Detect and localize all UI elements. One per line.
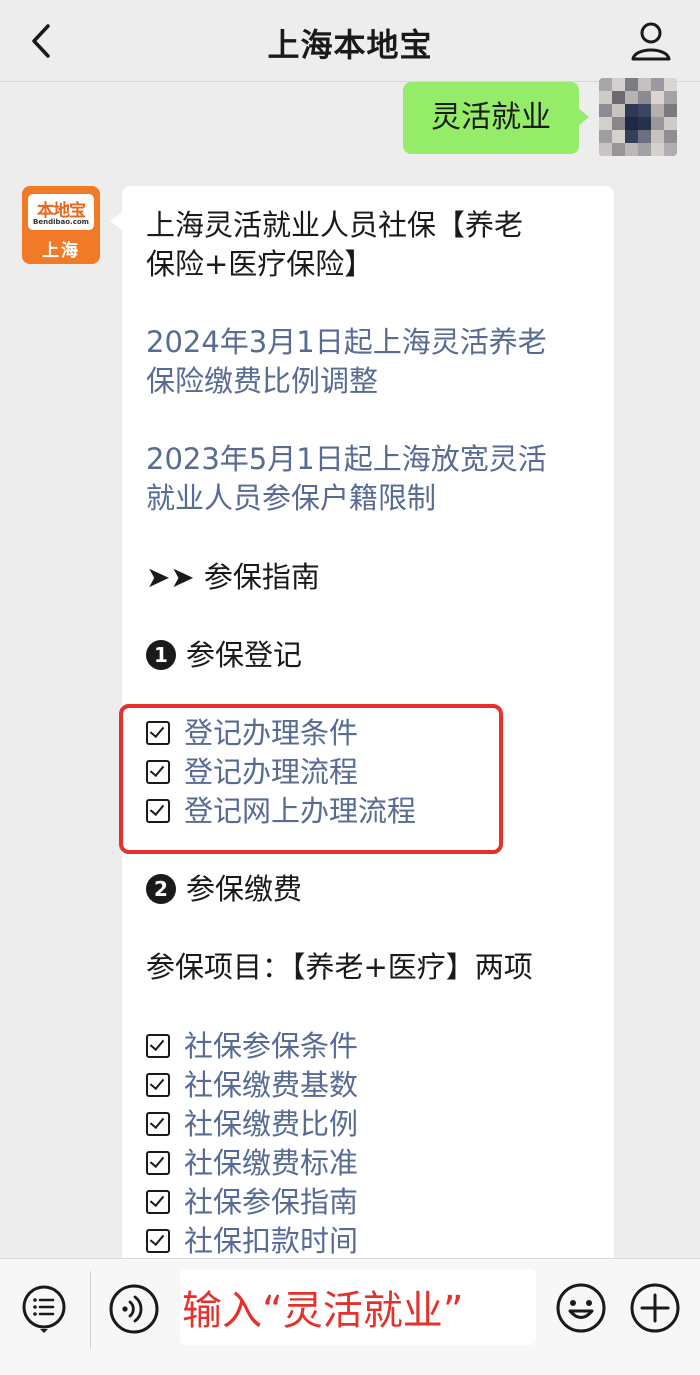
section2-heading: 2 参保缴费 bbox=[146, 870, 302, 909]
reply-title-line1: 上海灵活就业人员社保【养老 bbox=[146, 208, 524, 242]
emoji-icon[interactable] bbox=[554, 1281, 608, 1335]
checkbox-icon bbox=[146, 1190, 170, 1214]
link-payment-ratio[interactable]: 社保缴费比例 bbox=[146, 1105, 358, 1144]
chat-title: 上海本地宝 bbox=[267, 26, 433, 64]
link-2023-hukou-relax-cont[interactable]: 就业人员参保户籍限制 bbox=[146, 479, 436, 518]
sent-message-text: 灵活就业 bbox=[431, 100, 551, 135]
link-payment-base[interactable]: 社保缴费基数 bbox=[146, 1066, 358, 1105]
logo-city-label: 上海 bbox=[42, 241, 80, 261]
bot-avatar[interactable]: 本地宝 Bendibao.com 上海 bbox=[22, 186, 100, 264]
double-arrow-icon: ➤➤ bbox=[146, 560, 195, 594]
checkbox-icon bbox=[146, 1034, 170, 1058]
checkbox-icon bbox=[146, 1112, 170, 1136]
section1-heading: 1 参保登记 bbox=[146, 636, 302, 675]
plus-icon[interactable] bbox=[628, 1281, 682, 1335]
divider bbox=[90, 1271, 91, 1349]
sent-message-bubble[interactable]: 灵活就业 bbox=[403, 82, 589, 154]
checkbox-icon bbox=[146, 1073, 170, 1097]
user-avatar[interactable] bbox=[599, 78, 677, 156]
link-payment-conditions[interactable]: 社保参保条件 bbox=[146, 1027, 358, 1066]
checkbox-icon bbox=[146, 1229, 170, 1253]
link-2023-hukou-relax[interactable]: 2023年5月1日起上海放宽灵活 bbox=[146, 440, 547, 479]
bendibao-logo: 本地宝 Bendibao.com bbox=[28, 194, 94, 230]
number-two-icon: 2 bbox=[146, 874, 176, 904]
link-2024-pension-ratio[interactable]: 2024年3月1日起上海灵活养老 bbox=[146, 323, 547, 362]
message-input[interactable] bbox=[180, 1269, 536, 1345]
guide-heading: ➤➤ 参保指南 bbox=[146, 560, 320, 594]
top-bar: 上海本地宝 bbox=[0, 0, 700, 82]
highlight-annotation-box bbox=[119, 704, 503, 854]
input-bar bbox=[0, 1258, 700, 1375]
bubble-tail bbox=[110, 212, 122, 230]
reply-title-line2: 保险+医疗保险】 bbox=[146, 247, 374, 281]
list-menu-icon[interactable] bbox=[20, 1285, 68, 1333]
link-2024-pension-ratio-cont[interactable]: 保险缴费比例调整 bbox=[146, 362, 378, 401]
person-icon[interactable] bbox=[630, 20, 672, 62]
link-payment-standard[interactable]: 社保缴费标准 bbox=[146, 1144, 358, 1183]
number-one-icon: 1 bbox=[146, 640, 176, 670]
voice-icon[interactable] bbox=[108, 1283, 160, 1335]
link-deduction-time[interactable]: 社保扣款时间 bbox=[146, 1222, 358, 1261]
insurance-items-text: 参保项目：【养老+医疗】两项 bbox=[146, 950, 533, 984]
link-payment-guide[interactable]: 社保参保指南 bbox=[146, 1183, 358, 1222]
checkbox-icon bbox=[146, 1151, 170, 1175]
